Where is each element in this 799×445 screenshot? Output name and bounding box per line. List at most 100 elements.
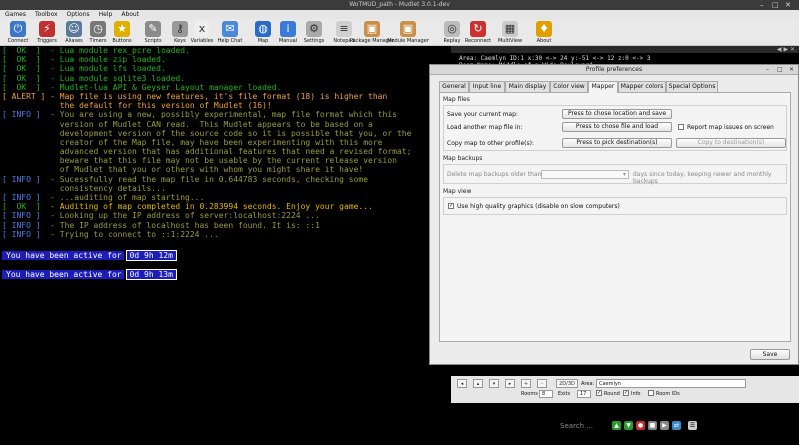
console-line: [ OK ] - Lua module sqlite3 loaded. (2, 73, 186, 83)
profile-preferences-dialog: Profile preferences – □ ✕ General Input … (429, 64, 799, 365)
menu-toolbox[interactable]: Toolbox (30, 10, 62, 18)
map-zoom-in-button[interactable]: + (521, 379, 531, 388)
backups-suffix: days since today, keeping newer and mont… (633, 171, 772, 185)
hq-graphics-label: Use high quality graphics (disable on sl… (457, 203, 620, 210)
console-line: consistency details... (2, 183, 166, 193)
map-pan-left-button[interactable]: ◂ (457, 379, 467, 388)
dialog-close-button[interactable]: ✕ (789, 66, 794, 73)
map-header: ◀ ▶ ✕ (451, 46, 799, 53)
roomids-checkbox[interactable] (648, 390, 654, 396)
backups-dropdown[interactable]: ▾ (541, 170, 629, 179)
copy-map-label: Copy map to other profile(s): (447, 140, 534, 147)
console-line: beware that this file may not be usable … (2, 156, 397, 166)
active-label: You have been active for (2, 270, 124, 279)
map-tab-controls[interactable]: ◀ ▶ ✕ (777, 46, 795, 53)
map-room-info: Area: Caemlyn ID:1 x:30 <-> 24 y:-51 <->… (459, 55, 651, 62)
chevron-down-icon: ▾ (622, 171, 626, 178)
report-issues-checkbox[interactable] (678, 124, 684, 130)
map-pan-up-button[interactable]: ▴ (473, 379, 483, 388)
map-backups-group: Delete map backups older than: ▾ days si… (443, 164, 787, 185)
console-line: [ ALERT ] - Map file is using new featur… (2, 91, 388, 101)
main-toolbar: ⏻ Connect ⚡ Triggers ☺ Aliases ◷ Timers ★ Buttons… (0, 19, 799, 46)
clock-icon: ◷ (90, 21, 106, 37)
package-icon: ▣ (364, 21, 380, 37)
active-time-line: You have been active for 0d 9h 12m (2, 250, 177, 261)
main-console[interactable]: [ OK ] - Lua module rex_pcre loaded. [ OK… (0, 46, 451, 445)
multiview-icon: ▦ (502, 21, 518, 37)
console-line: development version of the source code s… (2, 128, 412, 138)
save-map-button[interactable]: Press to chose location and save (562, 109, 672, 119)
active-time-line: You have been active for 0d 9h 13m (2, 269, 177, 280)
tab-input-line[interactable]: Input line (469, 81, 505, 92)
close-button[interactable]: ✕ (785, 1, 791, 9)
minimize-button[interactable]: – (760, 1, 764, 9)
exits-spinner[interactable]: 17 (577, 390, 591, 398)
load-map-button[interactable]: Press to chose file and load (562, 122, 672, 132)
search-options-button[interactable]: ☰ (688, 421, 697, 430)
tab-color-view[interactable]: Color view (550, 81, 588, 92)
key-icon: ⚷ (172, 21, 188, 37)
map-pan-right-button[interactable]: ▸ (505, 379, 515, 388)
round-checkbox[interactable]: ✓ (596, 390, 602, 396)
info-icon: i (280, 21, 296, 37)
dialog-maximize-button[interactable]: □ (777, 66, 783, 73)
record-button[interactable]: ▼ (624, 421, 633, 430)
module-icon: ▣ (400, 21, 416, 37)
tab-mapper[interactable]: Mapper (588, 81, 618, 93)
maximize-button[interactable]: □ (772, 1, 779, 9)
mapper-panel: Map files Save your current map: Press t… (439, 92, 791, 342)
active-value: 0d 9h 12m (125, 250, 177, 261)
rooms-spinner[interactable]: 8 (539, 390, 553, 398)
map-controls: ◂ ▴ ▾ ▸ + - 2D/3D Area: Caemlyn Rooms 8 … (451, 376, 799, 403)
tab-general[interactable]: General (439, 81, 469, 92)
save-map-label: Save your current map: (447, 111, 518, 118)
refresh-icon: ↻ (470, 21, 486, 37)
menu-help[interactable]: Help (94, 10, 117, 18)
dialog-minimize-button[interactable]: – (766, 66, 769, 73)
exits-label: Exits (558, 391, 571, 397)
map-zoom-out-button[interactable]: - (537, 379, 547, 388)
map-view-title: Map view (443, 188, 472, 195)
globe-icon: ◍ (255, 21, 271, 37)
save-button[interactable]: Save (750, 349, 790, 360)
menu-bar: Games Toolbox Options Help About (0, 10, 799, 19)
backups-label: Delete map backups older than: (447, 171, 544, 178)
info-checkbox[interactable]: ✓ (623, 390, 629, 396)
console-line: [ OK ] - Lua module lfs loaded. (2, 64, 166, 74)
console-line: [ OK ] - Lua module rex_pcre loaded. (2, 46, 190, 55)
compact-input-button[interactable]: ⇄ (672, 421, 681, 430)
replay-button[interactable]: ▶ (660, 421, 669, 430)
console-line: [ INFO ] - Trying to connect to ::1:2224… (2, 229, 219, 239)
copy-to-destination-button[interactable]: Copy to destination(s) (676, 138, 786, 148)
pencil-icon: ✎ (145, 21, 161, 37)
chat-icon: ✉ (222, 21, 238, 37)
view-toggle-button[interactable]: 2D/3D (556, 379, 578, 388)
area-select[interactable]: Caemlyn (596, 379, 746, 388)
toolbar-about-button[interactable]: ♦ About (532, 19, 556, 46)
hq-graphics-checkbox[interactable]: ✓ (448, 203, 454, 209)
log-button[interactable]: ● (636, 421, 645, 430)
menu-about[interactable]: About (116, 10, 143, 18)
report-issues-label: Report map issues on screen (687, 124, 774, 131)
console-line: [ INFO ] - You are using a new, possibly… (2, 110, 397, 120)
menu-options[interactable]: Options (62, 10, 94, 18)
toolbar-package-manager-button[interactable]: ▣ Package Manager (350, 19, 394, 46)
gear-icon: ⚙ (306, 21, 322, 37)
console-line: [ INFO ] - The IP address of localhost h… (2, 220, 320, 230)
tab-special-options[interactable]: Special Options (666, 81, 718, 92)
about-icon: ♦ (536, 21, 552, 37)
tab-mapper-colors[interactable]: Mapper colors (618, 81, 666, 92)
console-line: [ OK ] - Mudlet-lua API & Geyser Layout … (2, 82, 282, 92)
disc-icon: ◎ (444, 21, 460, 37)
search-field[interactable]: Search ... (560, 422, 593, 430)
pick-destination-button[interactable]: Press to pick destination(s) (562, 138, 672, 148)
tab-main-display[interactable]: Main display (505, 81, 550, 92)
info-label: Info (631, 391, 641, 397)
emergency-stop-button[interactable]: ■ (648, 421, 657, 430)
menu-games[interactable]: Games (0, 10, 30, 18)
map-pan-down-button[interactable]: ▾ (489, 379, 499, 388)
timestamp-button[interactable]: ▲ (612, 421, 621, 430)
window-title: WoTMUD_path - Mudlet 3.0.1-dev (349, 1, 450, 8)
toolbar-module-manager-button[interactable]: ▣ Module Manager (387, 19, 429, 46)
load-map-label: Load another map file in: (447, 124, 523, 131)
